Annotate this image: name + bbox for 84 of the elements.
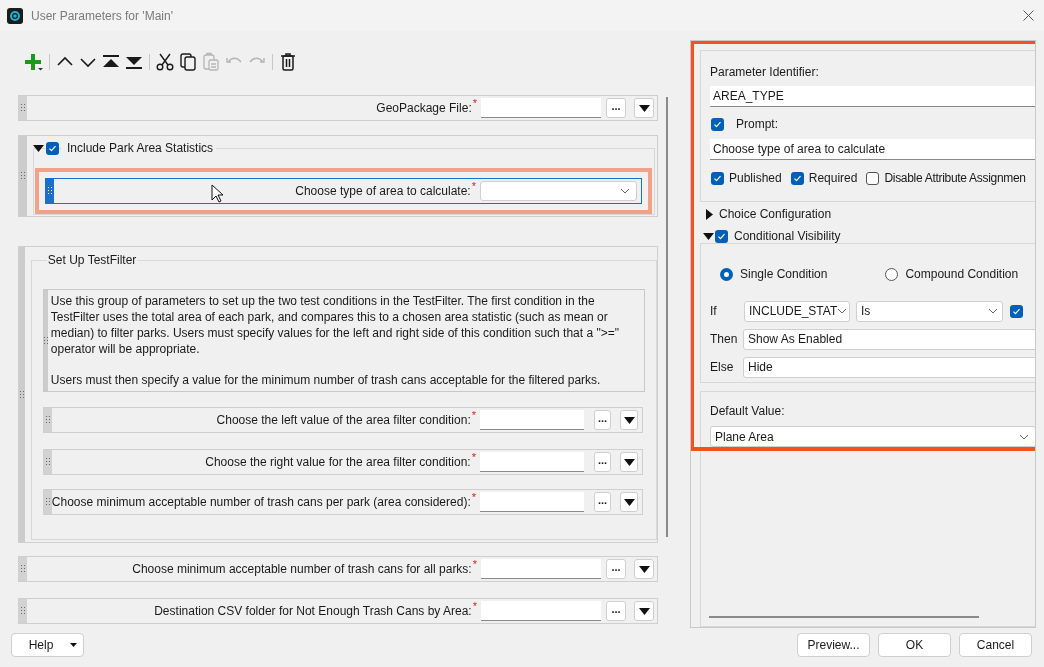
browse-button[interactable]: ... bbox=[594, 492, 611, 512]
input-field[interactable] bbox=[481, 601, 601, 621]
section-title: Conditional Visibility bbox=[734, 228, 841, 245]
input-field[interactable] bbox=[480, 492, 584, 512]
chevron-icon bbox=[837, 308, 848, 314]
menu-button[interactable] bbox=[620, 410, 638, 430]
caret-icon[interactable] bbox=[703, 232, 714, 240]
browse-button[interactable]: ... bbox=[594, 452, 611, 472]
dropdown-field[interactable]: Plane Area bbox=[710, 426, 1035, 447]
scroll-thumb[interactable] bbox=[709, 616, 979, 618]
input-field[interactable] bbox=[480, 452, 584, 472]
checkbox-label: Published bbox=[729, 170, 782, 187]
trash-icon[interactable] bbox=[278, 52, 298, 72]
browse-button[interactable]: ... bbox=[606, 559, 626, 579]
browse-button[interactable]: ... bbox=[606, 601, 626, 621]
input-field[interactable] bbox=[481, 559, 601, 579]
caret-icon[interactable] bbox=[33, 144, 44, 152]
caret-icon[interactable] bbox=[706, 208, 713, 220]
checkbox[interactable] bbox=[790, 171, 804, 185]
check-icon bbox=[1012, 307, 1021, 316]
chevron-icon bbox=[620, 188, 630, 194]
scissors-icon[interactable] bbox=[155, 52, 175, 72]
row-label: Then bbox=[710, 331, 739, 348]
dropdown-field[interactable]: Hide bbox=[743, 356, 1035, 378]
triangle-down-icon bbox=[638, 607, 650, 615]
triangle-down-icon bbox=[638, 104, 650, 112]
window-title: User Parameters for 'Main' bbox=[31, 7, 173, 25]
chevron-icon bbox=[988, 308, 998, 314]
checkbox[interactable] bbox=[711, 171, 724, 185]
field-label: Prompt: bbox=[736, 116, 778, 133]
triangle-down-icon bbox=[623, 416, 635, 424]
close-icon[interactable] bbox=[1023, 10, 1034, 21]
radio-label: Compound Condition bbox=[905, 266, 1019, 283]
caret-icon bbox=[70, 643, 77, 647]
dialog-button[interactable]: OK bbox=[878, 633, 951, 657]
triangle-down-icon bbox=[623, 498, 635, 506]
field-label: Default Value: bbox=[710, 403, 786, 420]
menu-button[interactable] bbox=[620, 492, 638, 512]
dialog-button[interactable]: Cancel bbox=[959, 633, 1032, 657]
copy-icon[interactable] bbox=[178, 52, 198, 72]
input-field[interactable] bbox=[481, 98, 601, 118]
menu-button[interactable] bbox=[634, 601, 654, 621]
menu-button[interactable] bbox=[634, 559, 654, 579]
checkbox[interactable] bbox=[711, 117, 724, 131]
browse-button[interactable]: ... bbox=[594, 410, 611, 430]
row-label: Else bbox=[710, 359, 735, 376]
note-text: Use this group of parameters to set up the two test conditions in the TestFilter. The first condition in the TestFilter uses the total area of each park, and compares this to a chosen area statistic (such as mean or median) to filter parks. Users must specify values for the left and right side of this condition such that a ">=" operator will be appropriate. bbox=[50, 293, 620, 357]
checkbox[interactable] bbox=[866, 171, 880, 185]
dropdown-field[interactable]: Show As Enabled bbox=[743, 328, 1035, 350]
menu-button[interactable] bbox=[634, 98, 654, 118]
checkbox-label: Disable Attribute Assignmen bbox=[884, 170, 1026, 187]
checkbox[interactable] bbox=[715, 229, 728, 243]
triangle-down-icon bbox=[638, 565, 650, 573]
menu-button[interactable] bbox=[620, 452, 638, 472]
scrollbar[interactable] bbox=[666, 97, 668, 537]
section-title[interactable]: Choice Configuration bbox=[719, 205, 832, 223]
check-icon bbox=[713, 119, 722, 129]
input-field[interactable]: Choose type of area to calculate bbox=[710, 139, 1035, 160]
dialog-button[interactable]: Preview... bbox=[797, 633, 870, 657]
radio-button[interactable] bbox=[885, 267, 899, 281]
radio-label: Single Condition bbox=[740, 266, 828, 283]
check-icon bbox=[713, 173, 722, 183]
input-field[interactable]: AREA_TYPE bbox=[710, 86, 1035, 107]
cursor-icon bbox=[211, 184, 224, 203]
input-field[interactable] bbox=[480, 410, 584, 430]
note-text: Users must then specify a value for the minimum number of trash cans acceptable for the filtered parks. bbox=[50, 372, 602, 388]
field-label: Parameter Identifier: bbox=[710, 64, 820, 81]
row-label: If bbox=[710, 303, 718, 320]
radio-button[interactable] bbox=[720, 267, 733, 281]
chevron-icon bbox=[1019, 433, 1029, 440]
dropdown-field[interactable]: Is bbox=[856, 300, 1003, 322]
checkbox-label: Required bbox=[808, 170, 858, 187]
add-icon[interactable] bbox=[24, 52, 44, 72]
checkbox[interactable] bbox=[46, 141, 59, 155]
help-button[interactable]: Help bbox=[11, 633, 84, 657]
check-icon bbox=[717, 231, 726, 241]
check-icon bbox=[48, 143, 57, 153]
app-icon bbox=[7, 7, 23, 24]
checkbox[interactable] bbox=[1010, 305, 1023, 318]
triangle-down-icon bbox=[623, 458, 635, 466]
browse-button[interactable]: ... bbox=[606, 98, 626, 118]
dropdown-field[interactable]: INCLUDE_STAT bbox=[744, 300, 850, 322]
check-icon bbox=[792, 173, 802, 183]
dropdown-field[interactable] bbox=[480, 181, 637, 201]
